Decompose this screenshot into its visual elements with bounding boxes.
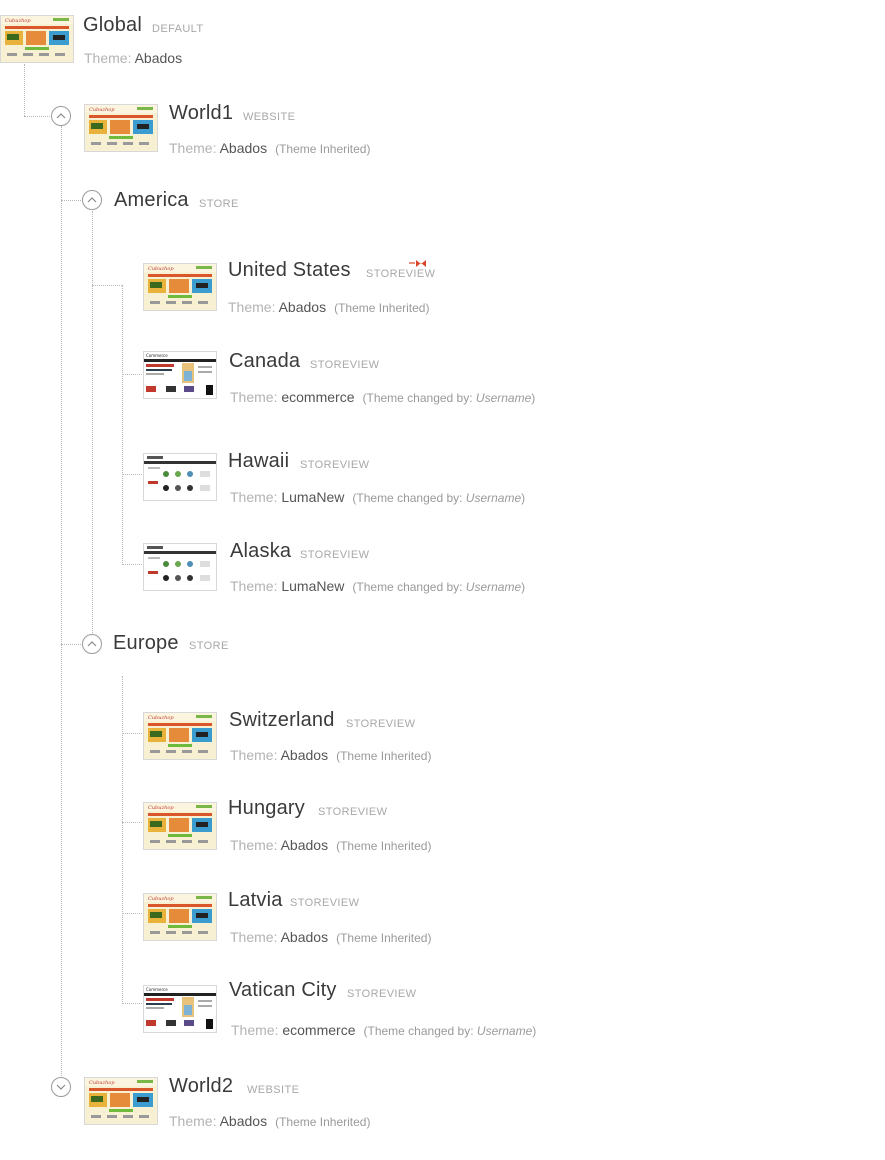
connector-line [122, 564, 142, 565]
collapse-toggle-europe[interactable] [82, 634, 102, 654]
thumbnail-preview: Cubuzhop [144, 894, 216, 940]
node-name-hawaii[interactable]: Hawaii [228, 450, 289, 473]
node-name-alaska[interactable]: Alaska [230, 540, 291, 563]
chevron-up-icon [87, 197, 97, 203]
node-type-hawaii: STOREVIEW [300, 459, 370, 471]
node-type-alaska: STOREVIEW [300, 549, 370, 561]
node-type-vatican-city: STOREVIEW [347, 988, 417, 1000]
thumbnail-preview [144, 544, 216, 590]
connector-line [122, 285, 123, 565]
thumbnail-preview [144, 454, 216, 500]
svg-text:Commerce: Commerce [146, 987, 168, 992]
thumbnail-preview: Cubuzhop [1, 16, 73, 62]
thumbnail-preview: Commerce [144, 352, 216, 398]
theme-thumbnail[interactable]: Cubuzhop [0, 15, 74, 63]
theme-thumbnail[interactable]: Cubuzhop [143, 263, 217, 311]
svg-text:Cubuzhop: Cubuzhop [89, 107, 115, 113]
theme-line-canada: Theme: ecommerce (Theme changed by: Usern… [230, 389, 536, 405]
thumbnail-preview: Cubuzhop [85, 1078, 157, 1124]
thumbnail-preview: Commerce [144, 986, 216, 1032]
node-name-switzerland[interactable]: Switzerland [229, 709, 335, 732]
node-name-world2[interactable]: World2 [169, 1075, 233, 1098]
chevron-down-icon [56, 1084, 66, 1090]
svg-text:Cubuzhop: Cubuzhop [148, 715, 174, 721]
thumbnail-preview: Cubuzhop [144, 713, 216, 759]
connector-line [92, 285, 122, 286]
chevron-up-icon [87, 641, 97, 647]
svg-text:Cubuzhop: Cubuzhop [148, 896, 174, 902]
expand-toggle-world2[interactable] [51, 1077, 71, 1097]
connector-line [122, 913, 142, 914]
thumbnail-preview: Cubuzhop [144, 803, 216, 849]
node-type-europe: STORE [189, 640, 229, 652]
theme-line-hawaii: Theme: LumaNew (Theme changed by: Usernam… [230, 489, 526, 505]
node-name-vatican-city[interactable]: Vatican City [229, 979, 337, 1002]
theme-line-hungary: Theme: Abados (Theme Inherited) [230, 837, 432, 853]
default-storeview-badge-icon [409, 260, 426, 267]
connector-line [122, 733, 142, 734]
node-type-hungary: STOREVIEW [318, 806, 388, 818]
theme-thumbnail[interactable]: Cubuzhop [84, 1077, 158, 1125]
theme-thumbnail[interactable]: Commerce [143, 351, 217, 399]
node-name-europe[interactable]: Europe [113, 632, 179, 655]
theme-line-latvia: Theme: Abados (Theme Inherited) [230, 929, 432, 945]
theme-line-world1: Theme: Abados (Theme Inherited) [169, 140, 371, 156]
svg-text:Cubuzhop: Cubuzhop [148, 805, 174, 811]
node-type-global: DEFAULT [152, 23, 204, 35]
theme-thumbnail[interactable]: Cubuzhop [143, 802, 217, 850]
node-name-latvia[interactable]: Latvia [228, 889, 283, 912]
connector-line [61, 200, 81, 201]
node-name-canada[interactable]: Canada [229, 350, 300, 373]
theme-line-alaska: Theme: LumaNew (Theme changed by: Usernam… [230, 578, 526, 594]
node-type-latvia: STOREVIEW [290, 897, 360, 909]
node-name-america[interactable]: America [114, 189, 189, 212]
connector-line [61, 126, 62, 1076]
theme-thumbnail[interactable]: Commerce [143, 985, 217, 1033]
node-type-canada: STOREVIEW [310, 359, 380, 371]
thumbnail-preview: Cubuzhop [144, 264, 216, 310]
theme-thumbnail[interactable] [143, 543, 217, 591]
collapse-toggle-world1[interactable] [51, 106, 71, 126]
connector-line [122, 676, 123, 1004]
node-name-hungary[interactable]: Hungary [228, 797, 305, 820]
node-type-world1: WEBSITE [243, 111, 296, 123]
svg-text:Cubuzhop: Cubuzhop [148, 266, 174, 272]
node-type-america: STORE [199, 198, 239, 210]
node-name-global[interactable]: Global [83, 14, 142, 37]
thumbnail-preview: Cubuzhop [85, 105, 157, 151]
collapse-toggle-america[interactable] [82, 190, 102, 210]
theme-thumbnail[interactable]: Cubuzhop [143, 712, 217, 760]
connector-line [24, 116, 50, 117]
connector-line [24, 64, 25, 116]
chevron-up-icon [56, 113, 66, 119]
theme-line-world2: Theme: Abados (Theme Inherited) [169, 1113, 371, 1129]
node-name-world1[interactable]: World1 [169, 102, 233, 125]
theme-thumbnail[interactable] [143, 453, 217, 501]
theme-line-vatican-city: Theme: ecommerce (Theme changed by: Usern… [231, 1022, 537, 1038]
theme-thumbnail[interactable]: Cubuzhop [143, 893, 217, 941]
connector-line [122, 1003, 142, 1004]
theme-line-united-states: Theme: Abados (Theme Inherited) [228, 299, 430, 315]
connector-line [122, 822, 142, 823]
connector-line [122, 474, 142, 475]
node-name-united-states[interactable]: United States [228, 259, 351, 282]
svg-text:Commerce: Commerce [146, 353, 168, 358]
connector-line [92, 211, 93, 633]
svg-text:Cubuzhop: Cubuzhop [5, 18, 31, 24]
theme-line-switzerland: Theme: Abados (Theme Inherited) [230, 747, 432, 763]
theme-line-global: Theme: Abados [84, 50, 183, 66]
connector-line [122, 374, 142, 375]
connector-line [61, 644, 81, 645]
node-type-switzerland: STOREVIEW [346, 718, 416, 730]
node-type-world2: WEBSITE [247, 1084, 300, 1096]
svg-text:Cubuzhop: Cubuzhop [89, 1080, 115, 1086]
theme-thumbnail[interactable]: Cubuzhop [84, 104, 158, 152]
